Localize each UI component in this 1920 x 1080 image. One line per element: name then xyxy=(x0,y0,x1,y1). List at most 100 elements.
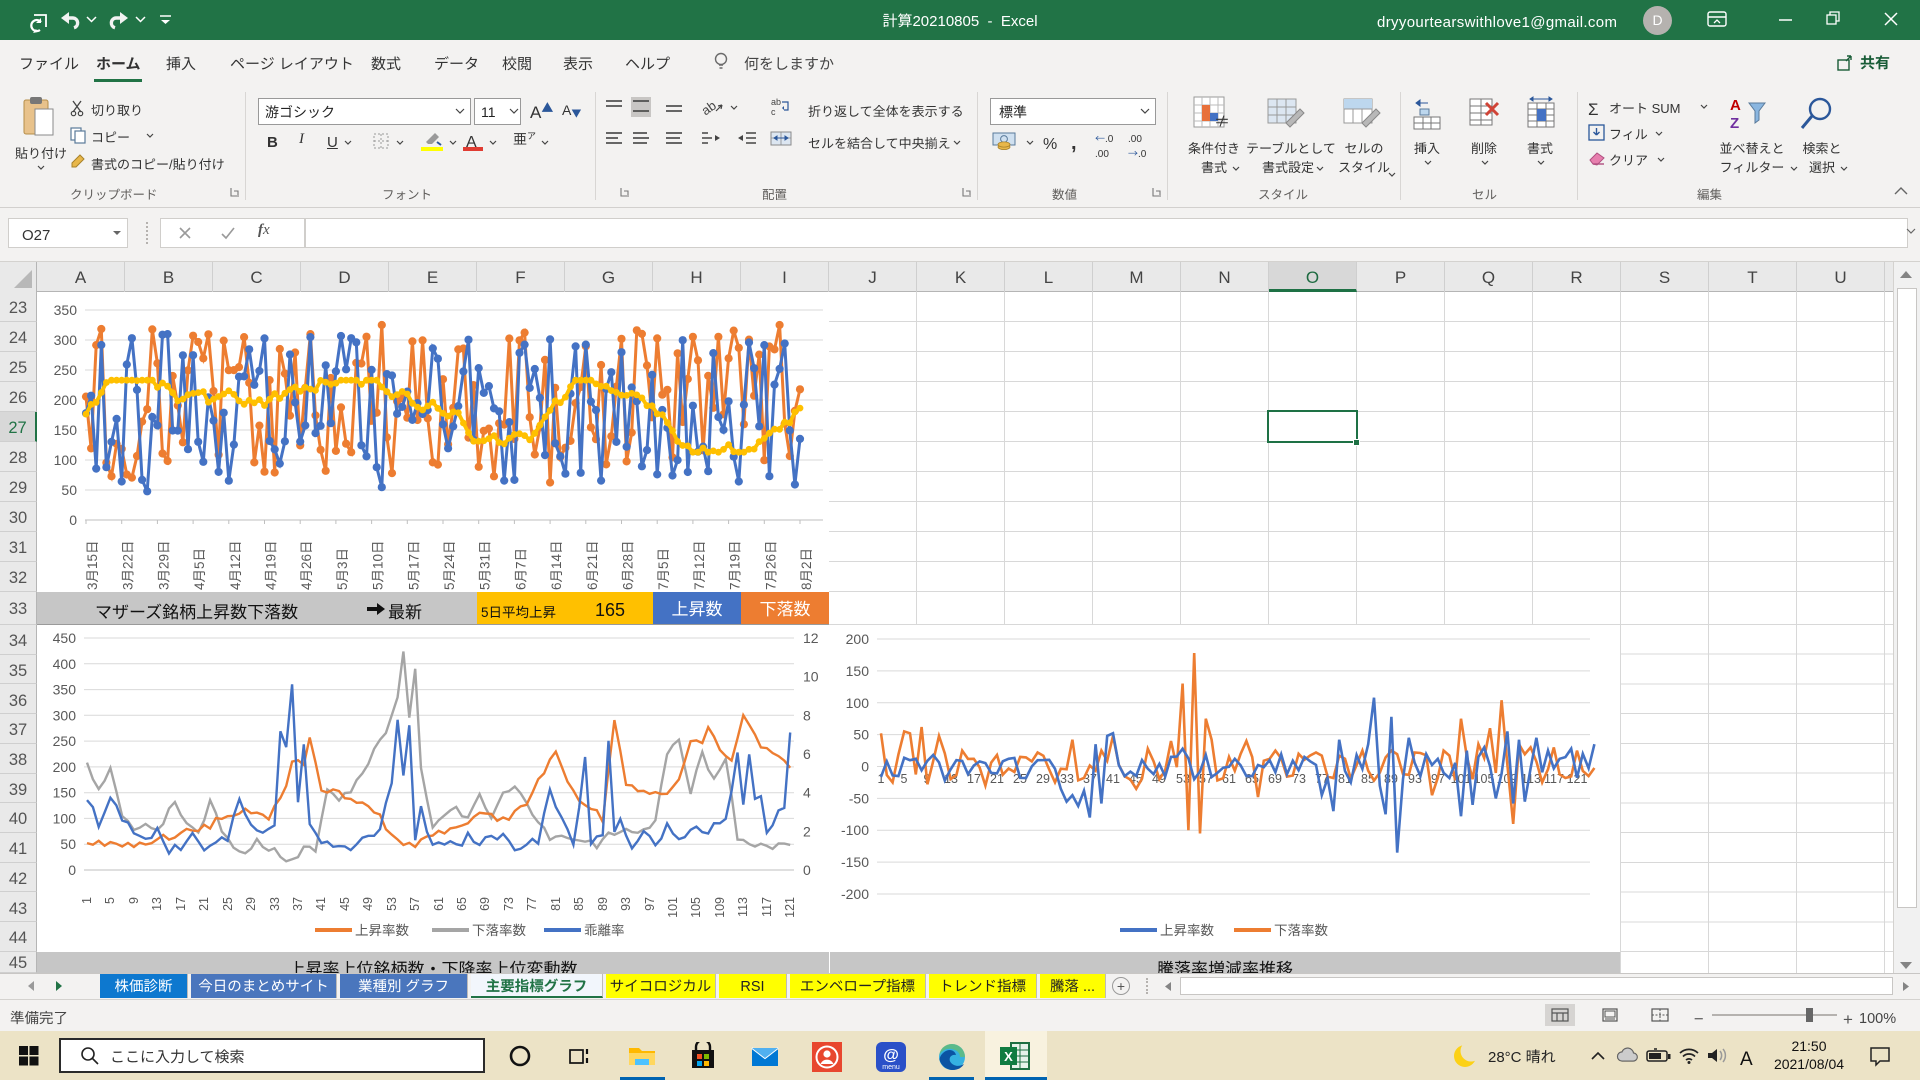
svg-text:5: 5 xyxy=(99,897,118,904)
svg-text:-100: -100 xyxy=(841,820,869,840)
svg-text:29: 29 xyxy=(1036,768,1050,787)
svg-text:ab: ab xyxy=(700,97,720,117)
svg-text:25: 25 xyxy=(217,897,236,911)
svg-text:5月10日: 5月10日 xyxy=(367,540,387,590)
svg-text:0: 0 xyxy=(68,860,76,880)
svg-text:17: 17 xyxy=(170,897,189,911)
svg-text:45: 45 xyxy=(334,897,353,911)
svg-text:77: 77 xyxy=(521,897,540,911)
svg-text:150: 150 xyxy=(53,783,77,803)
svg-text:7月5日: 7月5日 xyxy=(652,548,672,590)
svg-text:450: 450 xyxy=(53,628,77,648)
svg-text:200: 200 xyxy=(53,757,77,777)
svg-text:53: 53 xyxy=(381,897,400,911)
svg-text:≠: ≠ xyxy=(1214,108,1230,132)
svg-text:37: 37 xyxy=(287,897,306,911)
svg-text:300: 300 xyxy=(54,330,78,350)
svg-text:-200: -200 xyxy=(841,884,869,904)
svg-text:5月3日: 5月3日 xyxy=(331,548,351,590)
svg-text:200: 200 xyxy=(846,629,870,649)
svg-text:105: 105 xyxy=(685,897,704,918)
svg-text:117: 117 xyxy=(756,897,775,917)
svg-text:4: 4 xyxy=(803,783,811,803)
svg-text:100: 100 xyxy=(54,450,78,470)
svg-text:53: 53 xyxy=(1176,768,1190,787)
svg-text:65: 65 xyxy=(451,897,470,911)
svg-text:101: 101 xyxy=(662,897,681,918)
svg-text:200: 200 xyxy=(54,390,78,410)
svg-text:下落率数: 下落率数 xyxy=(1274,919,1328,939)
svg-text:6: 6 xyxy=(803,744,811,764)
svg-text:89: 89 xyxy=(592,897,611,911)
svg-text:3月15日: 3月15日 xyxy=(81,540,101,590)
svg-text:400: 400 xyxy=(53,654,77,674)
svg-text:1: 1 xyxy=(76,897,95,904)
svg-text:250: 250 xyxy=(54,360,78,380)
svg-text:57: 57 xyxy=(404,897,423,911)
svg-text:0: 0 xyxy=(69,510,77,530)
svg-text:33: 33 xyxy=(264,897,283,911)
svg-text:8月2日: 8月2日 xyxy=(795,548,815,590)
svg-text:10: 10 xyxy=(803,667,819,687)
svg-text:81: 81 xyxy=(545,897,564,911)
svg-text:7月19日: 7月19日 xyxy=(724,540,744,590)
svg-text:100: 100 xyxy=(53,808,77,828)
svg-text:29: 29 xyxy=(240,897,259,911)
svg-text:5月31日: 5月31日 xyxy=(474,540,494,590)
svg-text:69: 69 xyxy=(474,897,493,911)
svg-text:menu: menu xyxy=(882,1062,900,1072)
svg-text:350: 350 xyxy=(53,680,77,700)
svg-text:73: 73 xyxy=(498,897,517,911)
svg-text:85: 85 xyxy=(568,897,587,911)
svg-text:50: 50 xyxy=(61,480,77,500)
svg-text:6月7日: 6月7日 xyxy=(509,548,529,590)
svg-text:6月28日: 6月28日 xyxy=(617,540,637,590)
svg-text:Z: Z xyxy=(1730,112,1739,133)
svg-text:100: 100 xyxy=(846,693,870,713)
svg-text:乖離率: 乖離率 xyxy=(584,919,625,939)
svg-text:-50: -50 xyxy=(849,788,869,808)
svg-text:c: c xyxy=(771,105,776,118)
svg-text:0: 0 xyxy=(861,757,869,777)
svg-text:61: 61 xyxy=(428,897,447,911)
svg-text:6月14日: 6月14日 xyxy=(545,540,565,590)
svg-text:121: 121 xyxy=(779,897,798,918)
svg-text:350: 350 xyxy=(54,300,78,320)
svg-text:12: 12 xyxy=(803,628,819,648)
svg-text:5: 5 xyxy=(901,768,908,787)
svg-text:下落率数: 下落率数 xyxy=(472,919,526,939)
svg-text:41: 41 xyxy=(310,897,329,911)
svg-text:3月29日: 3月29日 xyxy=(152,540,172,590)
svg-text:41: 41 xyxy=(1106,768,1120,787)
svg-text:9: 9 xyxy=(123,897,142,904)
svg-text:X: X xyxy=(1004,1046,1013,1065)
svg-text:3月22日: 3月22日 xyxy=(117,540,137,590)
svg-text:上昇率数: 上昇率数 xyxy=(355,919,409,939)
svg-text:4月19日: 4月19日 xyxy=(260,540,280,590)
svg-text:4月5日: 4月5日 xyxy=(188,548,208,590)
svg-text:5月24日: 5月24日 xyxy=(438,540,458,590)
svg-text:97: 97 xyxy=(639,897,658,911)
svg-text:50: 50 xyxy=(853,725,869,745)
svg-text:300: 300 xyxy=(53,705,77,725)
svg-text:0: 0 xyxy=(803,860,811,880)
svg-text:50: 50 xyxy=(60,834,76,854)
svg-text:21: 21 xyxy=(193,897,212,911)
svg-text:93: 93 xyxy=(615,897,634,911)
svg-text:49: 49 xyxy=(357,897,376,911)
svg-text:2: 2 xyxy=(803,821,811,841)
svg-text:4月26日: 4月26日 xyxy=(295,540,315,590)
svg-text:113: 113 xyxy=(732,897,751,917)
svg-text:109: 109 xyxy=(709,897,728,918)
svg-text:13: 13 xyxy=(146,897,165,911)
svg-text:7月12日: 7月12日 xyxy=(688,540,708,590)
svg-text:4月12日: 4月12日 xyxy=(224,540,244,590)
svg-text:33: 33 xyxy=(1060,768,1074,787)
svg-text:6月21日: 6月21日 xyxy=(581,540,601,590)
svg-text:上昇率数: 上昇率数 xyxy=(1160,919,1214,939)
svg-text:150: 150 xyxy=(846,661,870,681)
svg-text:5月17日: 5月17日 xyxy=(402,540,422,590)
svg-text:7月26日: 7月26日 xyxy=(759,540,779,590)
svg-text:250: 250 xyxy=(53,731,77,751)
svg-text:8: 8 xyxy=(803,705,811,725)
